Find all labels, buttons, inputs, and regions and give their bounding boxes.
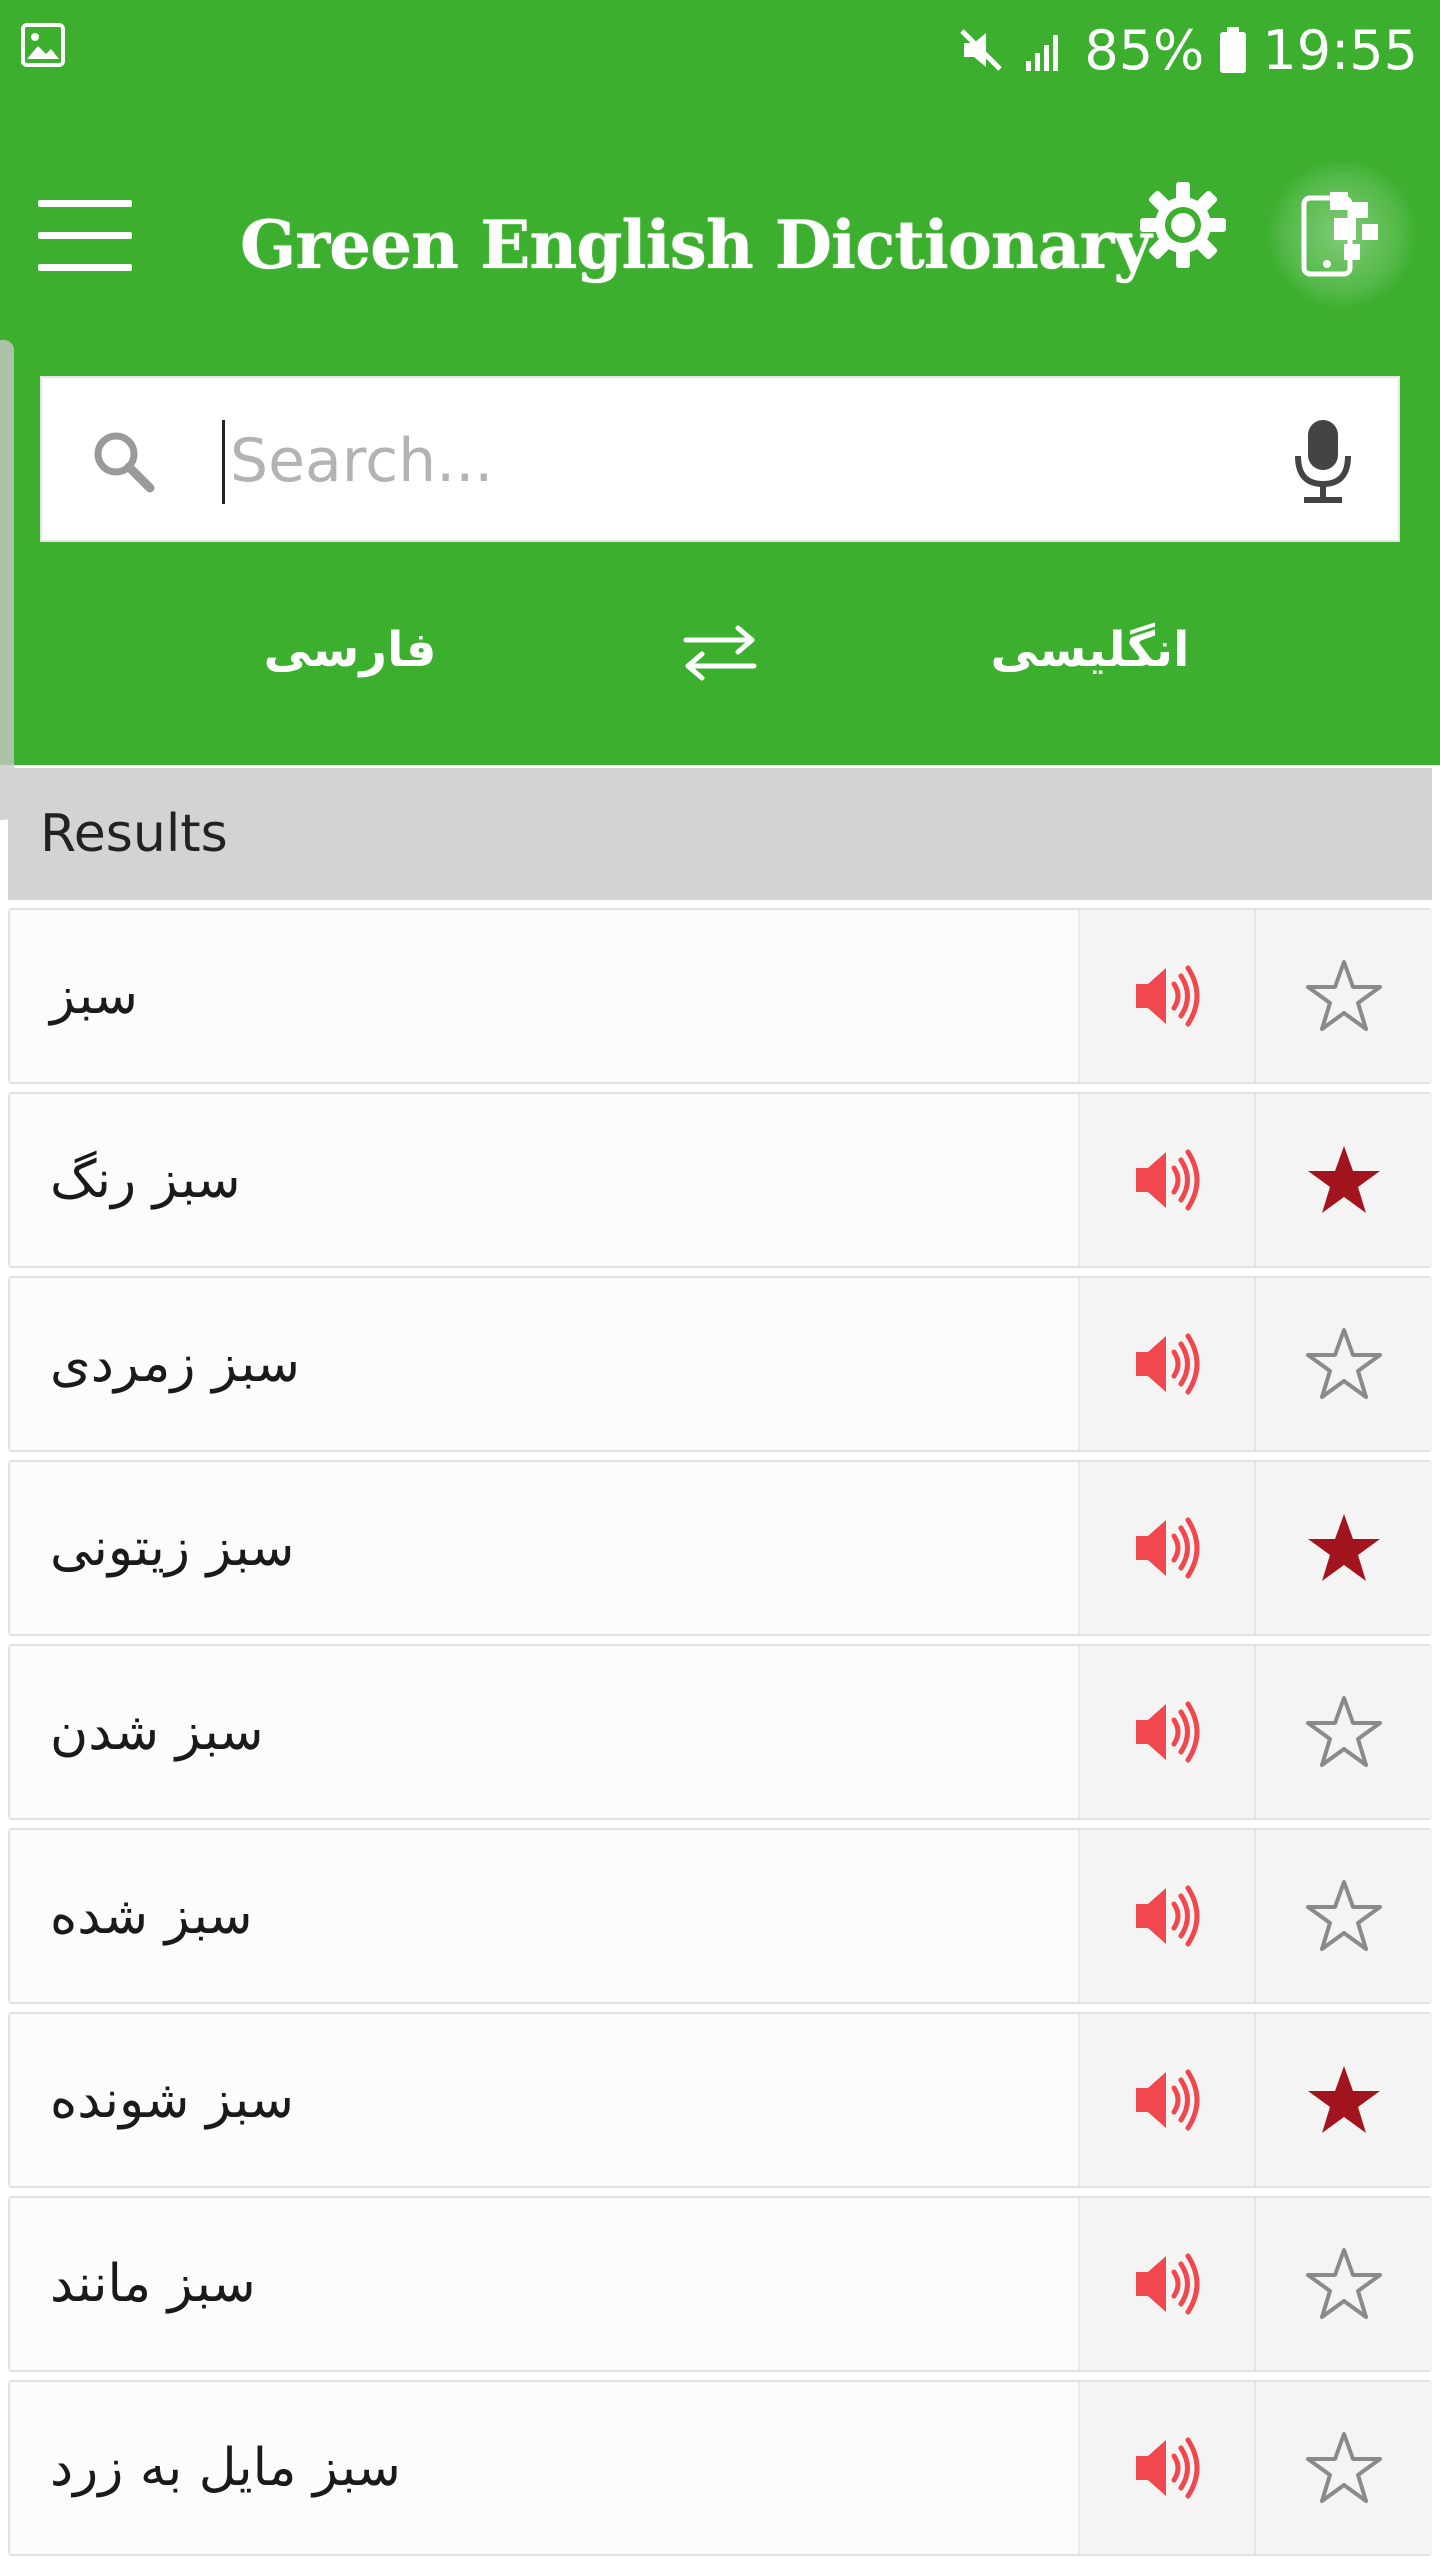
- speaker-icon[interactable]: [1078, 2198, 1254, 2370]
- result-row[interactable]: سبز مایل به زرد: [8, 2380, 1432, 2556]
- speaker-icon[interactable]: [1078, 1462, 1254, 1634]
- image-notification-icon: [20, 22, 66, 68]
- target-language-button[interactable]: انگلیسی: [960, 600, 1220, 700]
- result-word[interactable]: سبز زمردی: [50, 1278, 300, 1450]
- battery-icon: [1218, 25, 1248, 75]
- star-outline-icon[interactable]: [1254, 910, 1432, 1082]
- result-word[interactable]: سبز رنگ: [50, 1094, 241, 1266]
- speaker-icon[interactable]: [1078, 1278, 1254, 1450]
- results-list: سبز سبز رنگ سبز زمردی سبز زیتونی سبز شدن سبز …: [8, 908, 1432, 2564]
- swap-arrows-icon[interactable]: [680, 622, 760, 682]
- search-bar: [40, 376, 1400, 542]
- results-header: Results: [8, 768, 1432, 900]
- result-word[interactable]: سبز زیتونی: [50, 1462, 294, 1634]
- star-outline-icon[interactable]: [1254, 2382, 1432, 2554]
- result-word[interactable]: سبز: [50, 910, 138, 1082]
- result-row[interactable]: سبز: [8, 908, 1432, 1084]
- text-caret: [222, 420, 225, 504]
- speaker-icon[interactable]: [1078, 910, 1254, 1082]
- source-language-button[interactable]: فارسی: [220, 600, 480, 700]
- language-selector: فارسی انگلیسی: [0, 600, 1440, 700]
- result-word[interactable]: سبز شونده: [50, 2014, 294, 2186]
- speaker-icon[interactable]: [1078, 1646, 1254, 1818]
- star-outline-icon[interactable]: [1254, 1278, 1432, 1450]
- hamburger-menu-icon[interactable]: [38, 200, 134, 272]
- speaker-icon[interactable]: [1078, 2014, 1254, 2186]
- signal-icon: [1020, 25, 1070, 75]
- result-row[interactable]: سبز شده: [8, 1828, 1432, 2004]
- microphone-icon[interactable]: [1288, 416, 1358, 506]
- speaker-icon[interactable]: [1078, 1094, 1254, 1266]
- result-word[interactable]: سبز مایل به زرد: [50, 2382, 401, 2554]
- app-title: Green English Dictionary: [240, 206, 1152, 284]
- result-word[interactable]: سبز شدن: [50, 1646, 264, 1818]
- result-row[interactable]: سبز زمردی: [8, 1276, 1432, 1452]
- search-icon[interactable]: [88, 426, 158, 496]
- result-word[interactable]: سبز مانند: [50, 2198, 256, 2370]
- result-row[interactable]: سبز رنگ: [8, 1092, 1432, 1268]
- share-app-icon[interactable]: [1268, 160, 1416, 308]
- mute-icon: [956, 25, 1006, 75]
- result-word[interactable]: سبز شده: [50, 1830, 253, 2002]
- gear-icon[interactable]: [1138, 180, 1228, 270]
- clock: 19:55: [1262, 18, 1418, 82]
- star-filled-icon[interactable]: [1254, 1094, 1432, 1266]
- result-row[interactable]: سبز مانند: [8, 2196, 1432, 2372]
- star-outline-icon[interactable]: [1254, 1830, 1432, 2002]
- star-outline-icon[interactable]: [1254, 1646, 1432, 1818]
- status-bar: 85% 19:55: [0, 0, 1440, 100]
- speaker-icon[interactable]: [1078, 1830, 1254, 2002]
- star-filled-icon[interactable]: [1254, 1462, 1432, 1634]
- results-header-label: Results: [40, 804, 228, 864]
- search-input[interactable]: [230, 416, 1280, 506]
- result-row[interactable]: سبز شونده: [8, 2012, 1432, 2188]
- result-row[interactable]: سبز شدن: [8, 1644, 1432, 1820]
- drawer-handle[interactable]: [0, 340, 14, 820]
- star-outline-icon[interactable]: [1254, 2198, 1432, 2370]
- star-filled-icon[interactable]: [1254, 2014, 1432, 2186]
- speaker-icon[interactable]: [1078, 2382, 1254, 2554]
- result-row[interactable]: سبز زیتونی: [8, 1460, 1432, 1636]
- battery-percent: 85%: [1084, 18, 1205, 82]
